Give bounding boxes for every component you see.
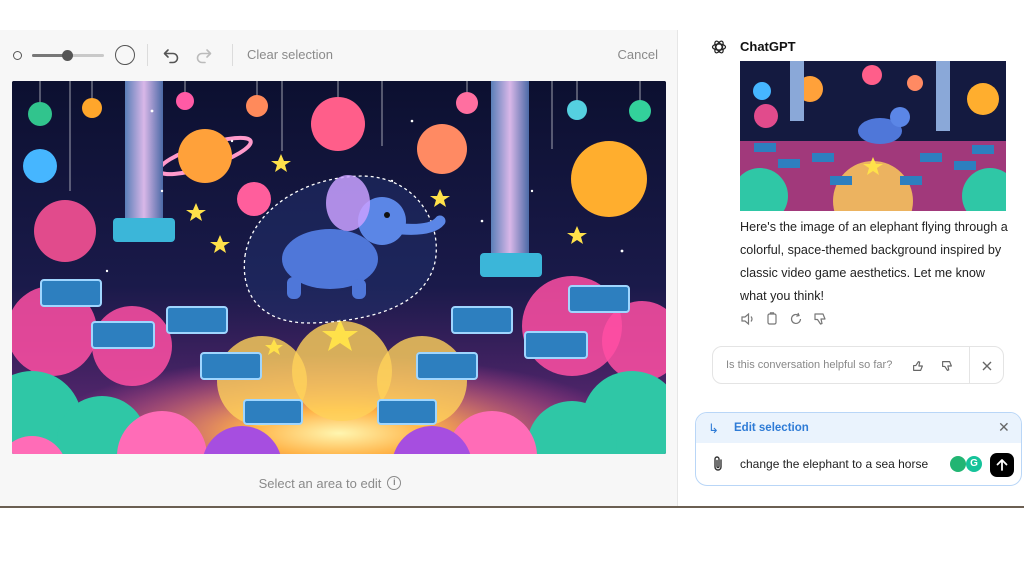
slider-knob[interactable] xyxy=(61,50,73,61)
attach-icon[interactable] xyxy=(710,455,726,473)
thumbs-down-icon[interactable] xyxy=(812,311,828,327)
thumbs-down-icon[interactable] xyxy=(938,357,956,375)
edit-selection-composer: ↳ Edit selection ✕ change the elephant t… xyxy=(695,412,1022,486)
toolbar-divider xyxy=(232,44,233,66)
chatgpt-logo-icon xyxy=(711,40,727,54)
select-area-hint: Select an area to edit i xyxy=(200,474,460,492)
brush-large-icon[interactable] xyxy=(115,45,135,65)
generated-image-thumbnail[interactable] xyxy=(740,61,1006,211)
feedback-prompt: Is this conversation helpful so far? xyxy=(712,346,1004,384)
edit-prompt-input[interactable]: change the elephant to a sea horse xyxy=(740,457,928,471)
copy-icon[interactable] xyxy=(764,311,780,327)
info-icon[interactable]: i xyxy=(387,476,402,490)
brush-small-icon[interactable] xyxy=(13,51,22,60)
hint-text: Select an area to edit xyxy=(258,475,382,491)
edit-selection-header: ↳ Edit selection ✕ xyxy=(696,413,1021,443)
extension-icon[interactable] xyxy=(950,456,966,472)
grammarly-icon[interactable]: G xyxy=(966,456,982,472)
thumbs-up-icon[interactable] xyxy=(909,357,927,375)
brush-size-slider[interactable] xyxy=(32,50,104,61)
edit-selection-title: Edit selection xyxy=(734,422,809,434)
clear-selection-button[interactable]: Clear selection xyxy=(247,47,333,62)
reply-arrow-icon: ↳ xyxy=(708,421,719,436)
editor-toolbar: Clear selection Cancel xyxy=(0,30,678,80)
regenerate-icon[interactable] xyxy=(788,311,804,327)
message-actions xyxy=(740,311,828,329)
read-aloud-icon[interactable] xyxy=(740,311,756,327)
edit-canvas-image[interactable] xyxy=(12,81,666,454)
send-button[interactable] xyxy=(990,453,1014,477)
window-bottom-border xyxy=(0,506,1024,508)
toolbar-divider xyxy=(147,44,148,66)
image-editor-panel: Clear selection Cancel Select an area to… xyxy=(0,30,678,506)
app-frame: Clear selection Cancel Select an area to… xyxy=(0,30,1024,508)
undo-icon[interactable] xyxy=(160,44,182,66)
redo-icon[interactable] xyxy=(193,44,215,66)
chat-panel: ChatGPT Here's the image of an elephant … xyxy=(679,30,1024,506)
feedback-question: Is this conversation helpful so far? xyxy=(726,359,893,371)
close-icon[interactable]: ✕ xyxy=(998,419,1010,436)
assistant-message: Here's the image of an elephant flying t… xyxy=(740,220,1008,303)
send-icon xyxy=(996,459,1008,471)
cancel-button[interactable]: Cancel xyxy=(600,47,658,62)
close-icon[interactable] xyxy=(978,357,996,375)
feedback-divider xyxy=(969,347,970,383)
message-sender: ChatGPT xyxy=(740,39,796,54)
